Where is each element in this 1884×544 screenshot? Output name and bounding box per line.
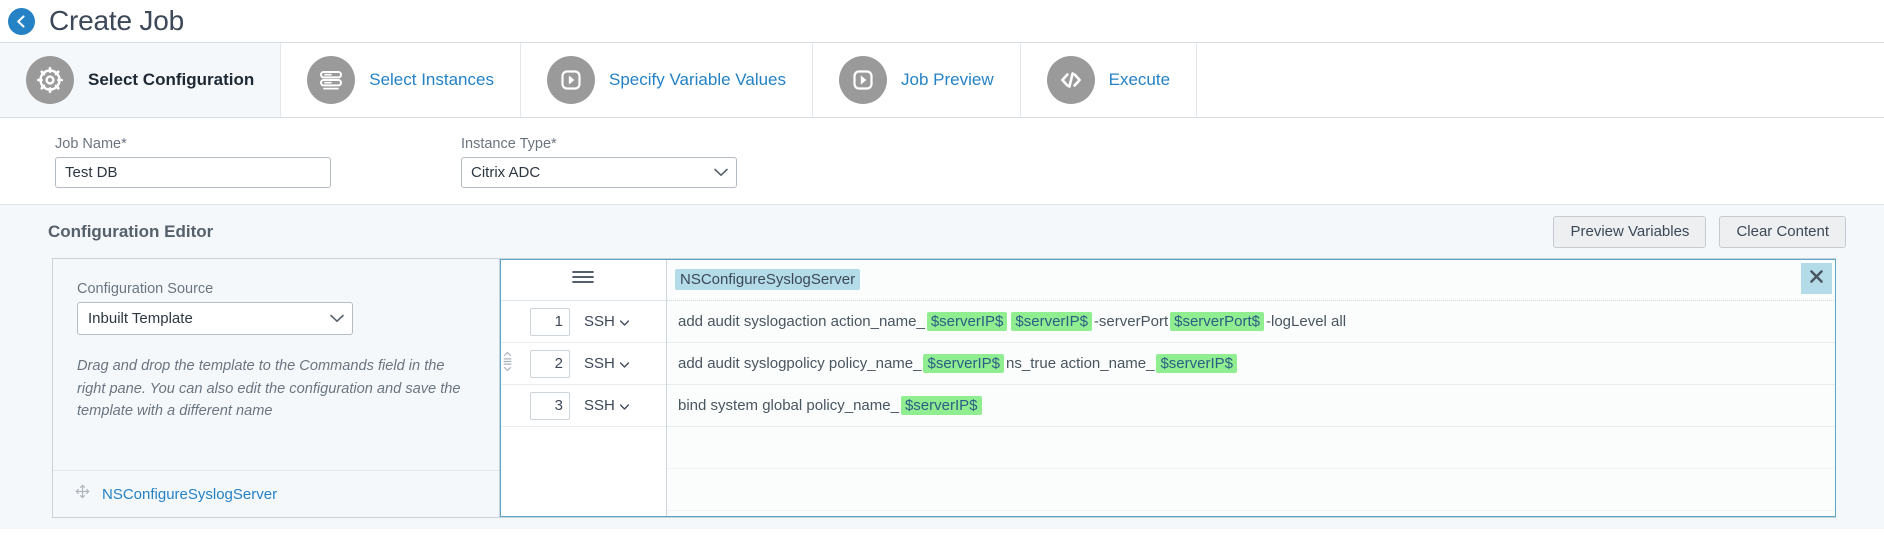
configuration-editor-body: Configuration Source Inbuilt Template Dr… [52,258,1836,518]
protocol-label: SSH [584,313,615,330]
line-number: 3 [530,391,570,420]
tab-job-preview[interactable]: Job Preview [813,43,1021,117]
tab-label: Job Preview [901,70,994,89]
arrow-left-circle-icon [13,13,30,30]
close-editor-button[interactable] [1801,263,1832,294]
tab-label: Execute [1108,70,1171,89]
page-header: Create Job [0,0,1884,42]
command-row-empty[interactable] [667,427,1836,469]
tab-label: Specify Variable Values [608,70,787,89]
variable-chip: $serverIP$ [923,354,1005,373]
command-gutter: 1 SSH 2 SSH 3 SSH [500,259,667,517]
configuration-editor-header: Configuration Editor Preview Variables C… [0,205,1884,258]
command-text: add audit syslogaction action_name_ [678,313,925,330]
hamburger-menu-icon [570,268,596,291]
row-drag-handle[interactable] [501,350,514,377]
tab-select-configuration[interactable]: Select Configuration [0,43,282,117]
command-column: NSConfigureSyslogServer add audit syslog… [667,259,1836,517]
job-form: Job Name* Instance Type* Citrix ADC [0,118,1884,204]
instance-type-select-wrap: Citrix ADC [461,157,737,188]
tab-label: Select Configuration [88,70,255,89]
server-stack-icon [307,56,356,104]
configuration-source-select-wrap: Inbuilt Template [77,302,353,335]
protocol-label: SSH [584,397,615,414]
gutter-menu-button[interactable] [500,259,666,301]
command-text: -logLevel all [1266,313,1347,330]
list-item[interactable]: NSConfigureSyslogServer [53,470,499,517]
configuration-editor-panel: Configuration Editor Preview Variables C… [0,204,1884,529]
line-number: 2 [530,349,570,378]
tab-label: Select Instances [369,70,494,89]
job-name-field-group: Job Name* [55,136,331,188]
gutter-row: 2 SSH [500,343,666,385]
command-row[interactable]: bind system global policy_name_ $serverIP… [667,385,1836,427]
protocol-select[interactable]: SSH [584,397,629,414]
command-template-header: NSConfigureSyslogServer [667,259,1836,301]
wizard-tab-bar: Select Configuration Select Instances Sp… [0,42,1884,118]
tab-select-instances[interactable]: Select Instances [281,43,521,117]
configuration-source-label: Configuration Source [77,281,214,297]
instance-type-field-group: Instance Type* Citrix ADC [461,136,737,188]
template-chip: NSConfigureSyslogServer [675,269,861,290]
wizard-filler [1197,43,1884,117]
caret-down-icon [619,313,629,330]
play-square-icon [546,56,595,104]
preview-variables-button[interactable]: Preview Variables [1553,215,1707,248]
instance-type-value: Citrix ADC [471,164,541,181]
code-brackets-icon [1046,56,1095,104]
variable-chip: $serverIP$ [926,312,1008,331]
protocol-select[interactable]: SSH [584,313,629,330]
configuration-source-group: Configuration Source Inbuilt Template [53,259,499,335]
command-row[interactable]: add audit syslogpolicy policy_name_ $serv… [667,343,1836,385]
variable-chip: $serverPort$ [1170,312,1264,331]
template-list: NSConfigureSyslogServer [53,470,499,517]
variable-chip: $serverIP$ [900,396,982,415]
configuration-source-value: Inbuilt Template [88,310,193,327]
clear-content-button[interactable]: Clear Content [1719,215,1846,248]
gutter-row: 1 SSH [500,301,666,343]
protocol-select[interactable]: SSH [584,355,629,372]
instance-type-label: Instance Type* [461,136,557,152]
play-square-icon [839,56,888,104]
drag-drop-hint: Drag and drop the template to the Comman… [77,358,461,420]
command-text: add audit syslogpolicy policy_name_ [678,355,922,372]
tab-specify-variable-values[interactable]: Specify Variable Values [520,43,814,117]
gutter-row: 3 SSH [500,385,666,427]
command-row[interactable]: add audit syslogaction action_name_ $serv… [667,301,1836,343]
variable-chip: $serverIP$ [1156,354,1238,373]
command-text: bind system global policy_name_ [678,397,899,414]
job-name-input[interactable] [55,157,331,188]
tab-execute[interactable]: Execute [1020,43,1198,117]
back-button[interactable] [8,7,35,35]
command-row-empty[interactable] [667,469,1836,511]
caret-down-icon [619,397,629,414]
command-text: ns_true action_name_ [1006,355,1155,372]
instance-type-select[interactable]: Citrix ADC [461,157,737,188]
command-text: -serverPort [1093,313,1169,330]
job-name-label: Job Name* [55,136,127,152]
configuration-source-pane: Configuration Source Inbuilt Template Dr… [53,259,500,517]
caret-down-icon [619,355,629,372]
gear-icon [26,56,74,104]
protocol-label: SSH [584,355,615,372]
variable-chip: $serverIP$ [1011,312,1092,331]
move-arrows-icon[interactable] [75,484,90,504]
close-icon [1809,269,1824,289]
page-title: Create Job [49,5,184,36]
configuration-editor-actions: Preview Variables Clear Content [1553,215,1846,248]
line-number: 1 [530,307,570,336]
configuration-editor-title: Configuration Editor [48,221,214,241]
template-name: NSConfigureSyslogServer [102,485,278,503]
configuration-source-select[interactable]: Inbuilt Template [77,302,353,335]
